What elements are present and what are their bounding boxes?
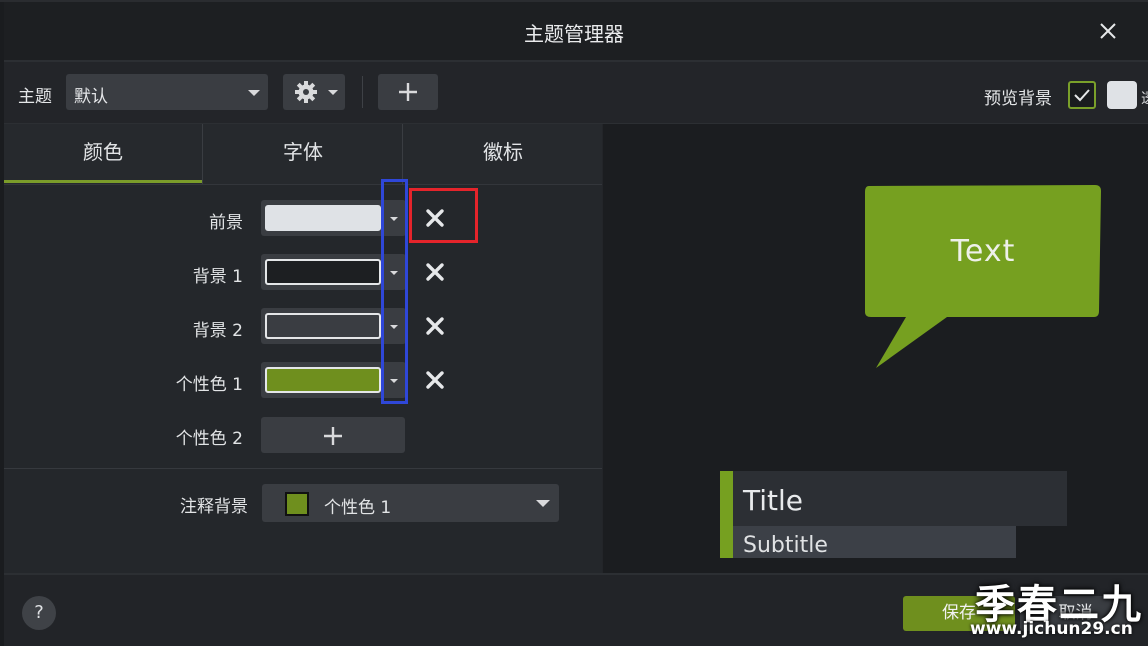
close-icon	[1100, 23, 1116, 39]
preview-panel: Text Title Subtitle	[603, 124, 1148, 574]
check-icon	[1074, 89, 1090, 102]
tab-fonts[interactable]: 字体	[204, 124, 402, 182]
color-label-accent-2: 个性色 2	[175, 429, 243, 449]
remove-accent-1-button[interactable]	[424, 369, 446, 391]
annotation-color-swatch	[285, 492, 309, 516]
add-accent-2-button[interactable]	[261, 417, 405, 453]
tab-bar-separator	[4, 184, 602, 185]
theme-select-value: 默认	[74, 87, 108, 107]
tab-divider	[402, 124, 403, 184]
toolbar-divider	[362, 76, 363, 108]
add-theme-button[interactable]	[378, 74, 438, 110]
annotation-background-value: 个性色 1	[324, 498, 392, 518]
lower-third-title: Title	[742, 484, 803, 517]
annotation-background-label: 注释背景	[180, 497, 248, 517]
watermark-url: www.jichun29.cn	[970, 619, 1133, 639]
theme-label: 主题	[18, 87, 52, 107]
close-icon	[426, 263, 444, 281]
lower-third-subtitle: Subtitle	[743, 533, 828, 558]
color-label-background-1: 背景 1	[192, 267, 243, 287]
dialog-title: 主题管理器	[524, 22, 624, 46]
plus-icon	[324, 427, 342, 445]
remove-background-2-button[interactable]	[424, 315, 446, 337]
gear-icon	[295, 81, 317, 103]
remove-button-highlight-box	[409, 188, 478, 243]
color-swatch-accent-1[interactable]	[265, 367, 381, 393]
remove-background-1-button[interactable]	[424, 261, 446, 283]
help-button[interactable]: ?	[22, 596, 56, 630]
color-label-foreground: 前景	[209, 213, 243, 233]
chevron-down-icon	[328, 90, 338, 95]
chevron-down-icon	[248, 90, 260, 96]
active-tab-indicator	[4, 180, 202, 183]
chevron-down-icon	[536, 500, 550, 507]
color-label-accent-1: 个性色 1	[175, 375, 243, 395]
title-separator	[4, 60, 1148, 62]
color-swatch-background-2[interactable]	[265, 313, 381, 339]
tab-logo[interactable]: 徽标	[404, 124, 602, 182]
color-swatch-foreground[interactable]	[265, 205, 381, 231]
section-separator	[4, 468, 602, 469]
color-label-background-2: 背景 2	[192, 321, 243, 341]
preview-background-toggle[interactable]	[1068, 81, 1096, 109]
close-icon	[426, 317, 444, 335]
callout-text: Text	[950, 234, 1016, 269]
close-icon	[426, 371, 444, 389]
preview-canvas: Text Title Subtitle	[720, 185, 1101, 558]
preview-background-white-option[interactable]	[1107, 81, 1137, 109]
tab-divider	[202, 124, 203, 184]
plus-icon	[399, 83, 417, 101]
color-swatch-background-1[interactable]	[265, 259, 381, 285]
dropdown-highlight-box	[381, 179, 408, 404]
tab-colors[interactable]: 颜色	[4, 124, 202, 182]
lower-third-accent-bar	[720, 471, 733, 558]
close-button[interactable]	[1095, 18, 1121, 44]
preview-background-label: 预览背景	[984, 89, 1052, 109]
callout-shape	[865, 185, 1101, 368]
preview-background-clipped-text: 透	[1141, 88, 1148, 108]
